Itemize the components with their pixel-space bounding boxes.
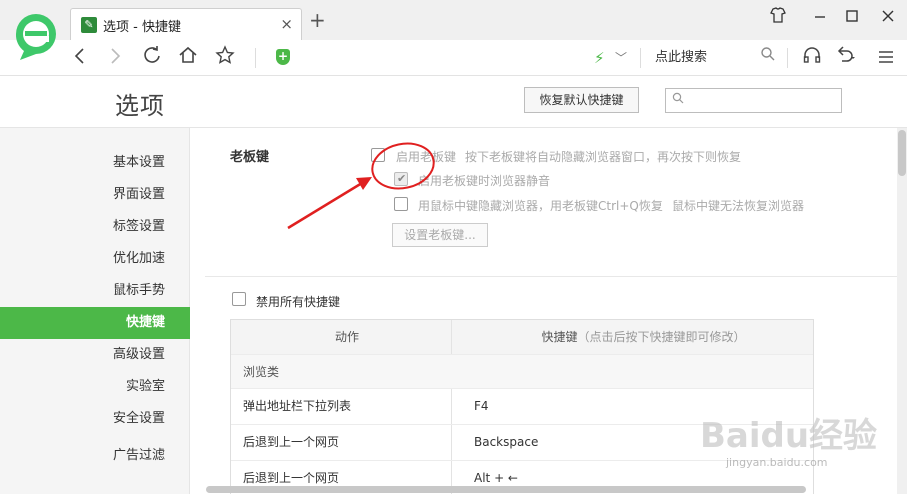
- baidu-jingyan-watermark: Baidu经验 jingyan.baidu.com: [700, 400, 890, 490]
- mute-on-boss-key-label[interactable]: 启用老板键时浏览器静音: [418, 172, 550, 189]
- category-row: 浏览类: [231, 354, 813, 388]
- enable-boss-key-checkbox[interactable]: [371, 148, 385, 162]
- disable-all-shortcuts-label[interactable]: 禁用所有快捷键: [256, 293, 340, 310]
- toolbar-search-hint[interactable]: 点此搜索: [655, 48, 707, 68]
- search-icon: [672, 91, 684, 109]
- toolbar-divider: [255, 48, 256, 68]
- minimize-icon[interactable]: [808, 6, 832, 30]
- maximize-icon[interactable]: [840, 6, 864, 30]
- close-tab-icon[interactable]: ×: [280, 15, 293, 33]
- category-label: 浏览类: [243, 365, 280, 379]
- sidebar-item-lab[interactable]: 实验室: [0, 371, 190, 403]
- sidebar-item-mouse-gestures[interactable]: 鼠标手势: [0, 275, 190, 307]
- disable-all-shortcuts-checkbox[interactable]: [232, 292, 246, 306]
- back-icon[interactable]: [66, 44, 94, 72]
- search-icon[interactable]: [760, 46, 776, 68]
- tab-title: 选项 - 快捷键: [103, 20, 181, 35]
- column-header-shortcut-hint: （点击后按下快捷键即可修改）: [577, 330, 746, 344]
- restore-default-shortcuts-button[interactable]: 恢复默认快捷键: [524, 87, 639, 113]
- vertical-scrollbar-track[interactable]: [897, 128, 907, 494]
- browser-logo-icon[interactable]: [10, 8, 60, 64]
- action-cell: 弹出地址栏下拉列表: [231, 389, 452, 424]
- table-header-row: 动作 快捷键（点击后按下快捷键即可修改）: [231, 320, 813, 354]
- navigation-toolbar: + ⚡ ﹀ 点此搜索: [0, 40, 907, 76]
- sidebar-item-shortcuts[interactable]: 快捷键: [0, 307, 190, 339]
- sidebar-item-ad-filter[interactable]: 广告过滤: [0, 440, 190, 472]
- sidebar-item-basic[interactable]: 基本设置: [0, 147, 190, 179]
- toolbar-divider: [787, 48, 788, 68]
- boss-key-section-label: 老板键: [230, 150, 270, 165]
- favorite-star-icon[interactable]: [211, 44, 239, 72]
- headphones-icon[interactable]: [798, 44, 826, 72]
- undo-icon[interactable]: [832, 44, 860, 72]
- sidebar-item-tabs[interactable]: 标签设置: [0, 211, 190, 243]
- middle-click-hide-label[interactable]: 用鼠标中键隐藏浏览器，用老板键Ctrl+Q恢复: [418, 197, 663, 214]
- new-tab-icon[interactable]: +: [309, 10, 326, 30]
- sidebar-item-interface[interactable]: 界面设置: [0, 179, 190, 211]
- toolbar-divider: [640, 48, 641, 68]
- close-window-icon[interactable]: [876, 6, 900, 30]
- watermark-brand: Baidu经验: [700, 416, 878, 456]
- options-search-box[interactable]: [665, 88, 842, 113]
- options-header: 选项 恢复默认快捷键: [0, 76, 907, 128]
- sidebar-item-optimize[interactable]: 优化加速: [0, 243, 190, 275]
- column-header-action: 动作: [231, 320, 452, 354]
- page-title: 选项: [115, 92, 165, 120]
- mute-on-boss-key-checkbox[interactable]: [394, 172, 408, 186]
- options-sidebar: 基本设置 界面设置 标签设置 优化加速 鼠标手势 快捷键 高级设置 实验室 安全…: [0, 128, 190, 494]
- column-header-shortcut: 快捷键（点击后按下快捷键即可修改）: [452, 320, 813, 354]
- skin-icon[interactable]: [766, 6, 790, 30]
- security-shield-icon[interactable]: +: [276, 49, 290, 65]
- set-boss-key-button[interactable]: 设置老板键...: [392, 223, 488, 247]
- enable-boss-key-label[interactable]: 启用老板键: [396, 148, 456, 165]
- column-header-shortcut-label: 快捷键: [541, 330, 578, 344]
- sidebar-item-security[interactable]: 安全设置: [0, 403, 190, 435]
- speed-mode-icon[interactable]: ⚡: [594, 48, 605, 68]
- middle-click-hide-checkbox[interactable]: [394, 197, 408, 211]
- sidebar-item-advanced[interactable]: 高级设置: [0, 339, 190, 371]
- chevron-down-icon[interactable]: ﹀: [615, 48, 627, 68]
- forward-icon[interactable]: [101, 44, 129, 72]
- enable-boss-key-description: 按下老板键将自动隐藏浏览器窗口，再次按下则恢复: [465, 150, 742, 164]
- vertical-scrollbar-thumb[interactable]: [898, 130, 906, 176]
- tab-options-shortcuts[interactable]: ✎ 选项 - 快捷键 ×: [70, 8, 302, 40]
- refresh-icon[interactable]: [138, 44, 166, 72]
- title-bar: ✎ 选项 - 快捷键 × +: [0, 0, 907, 40]
- home-icon[interactable]: [174, 44, 202, 72]
- section-divider: [205, 276, 907, 277]
- middle-click-note: 鼠标中键无法恢复浏览器: [672, 199, 805, 213]
- options-search-input[interactable]: [690, 91, 838, 110]
- menu-icon[interactable]: [872, 44, 900, 72]
- wrench-icon: ✎: [81, 17, 97, 33]
- action-cell: 后退到上一个网页: [231, 425, 452, 460]
- watermark-url: jingyan.baidu.com: [726, 456, 828, 469]
